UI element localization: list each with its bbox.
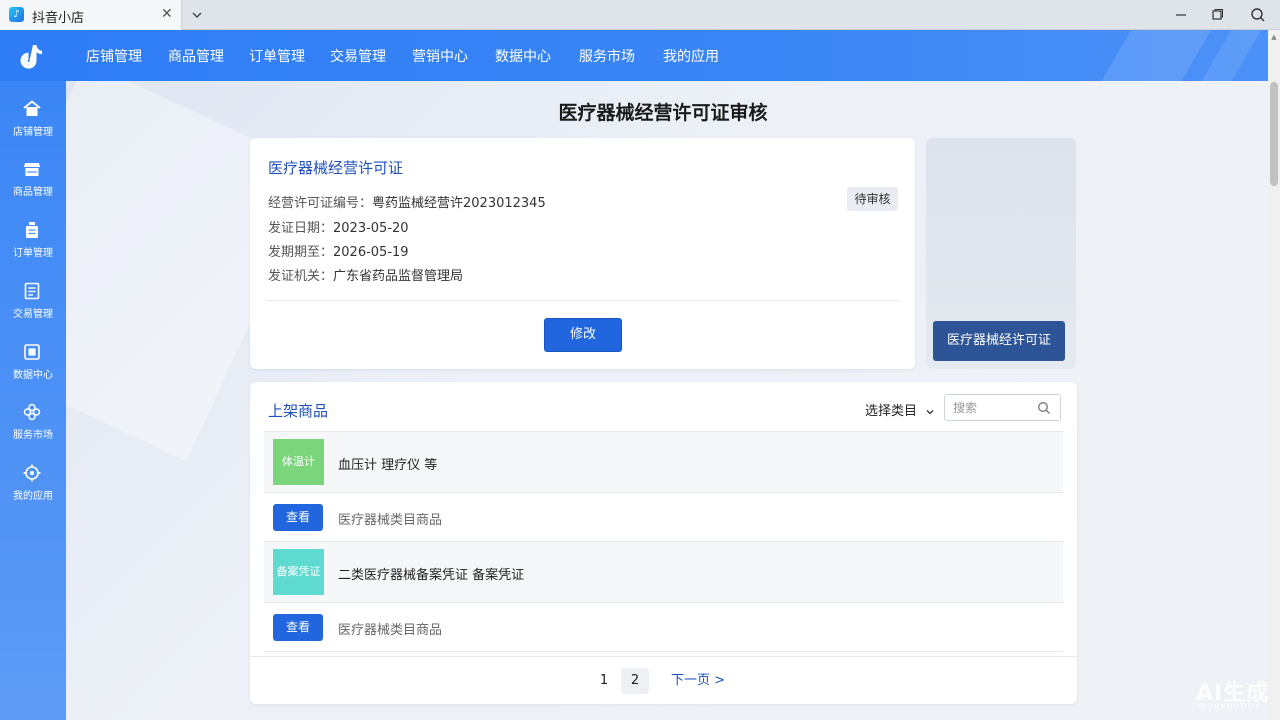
issue-date-row: 发证日期：2023-05-20: [268, 217, 409, 236]
browser-tab[interactable]: ♪ 抖音小店 ✕: [0, 0, 182, 30]
nav-item-my-apps[interactable]: 我的应用: [663, 46, 719, 66]
divider: [266, 300, 900, 301]
home-icon: [23, 100, 41, 116]
scroll-up-arrow-icon[interactable]: ▲: [1268, 32, 1280, 42]
expire-date-row: 发期期至：2026-05-19: [268, 241, 409, 260]
search-window-icon[interactable]: [1249, 6, 1267, 24]
sidebar-item-order-management[interactable]: 订单管理: [0, 220, 66, 276]
product-thumbnail: 备案凭证: [273, 549, 324, 595]
license-preview-panel: 医疗器械经许可证: [926, 138, 1076, 369]
douyin-logo-icon[interactable]: [18, 42, 46, 70]
product-category-desc: 医疗器械类目商品: [338, 623, 443, 638]
vertical-scrollbar[interactable]: ▲: [1268, 30, 1280, 720]
tab-title: 抖音小店: [32, 11, 85, 26]
nav-item-product-management[interactable]: 商品管理: [168, 46, 224, 66]
transaction-icon: [24, 282, 40, 300]
close-tab-icon[interactable]: ✕: [161, 6, 173, 22]
table-row: 查看 医疗器械类目商品: [264, 604, 1063, 652]
license-number-row: 经营许可证编号：粤药监械经营许2023012345: [268, 192, 546, 211]
restore-icon[interactable]: [1208, 6, 1226, 24]
product-category-desc: 医疗器械类目商品: [338, 513, 443, 528]
minimize-icon[interactable]: [1172, 6, 1190, 24]
page-number-2-current[interactable]: 2: [621, 668, 649, 694]
nav-item-marketing-center[interactable]: 营销中心: [412, 46, 468, 66]
sidebar-item-label: 店铺管理: [13, 127, 53, 138]
sidebar-item-my-apps[interactable]: 我的应用: [0, 463, 66, 519]
watermark-sub: WORKBUDDY: [1198, 702, 1261, 711]
license-number-label: 经营许可证编号：: [268, 196, 373, 211]
sidebar-item-label: 数据中心: [13, 370, 53, 381]
top-navigation: 店铺管理 商品管理 订单管理 交易管理 营销中心 数据中心 服务市场 我的应用: [0, 30, 1268, 81]
service-icon: [23, 403, 41, 421]
product-thumbnail: 体温计: [273, 439, 324, 485]
issue-date-value: 2023-05-20: [333, 221, 409, 236]
table-row[interactable]: 体温计 血压计 理疗仪 等: [264, 431, 1063, 493]
license-card-title: 医疗器械经营许可证: [268, 159, 404, 177]
view-button[interactable]: 查看: [273, 614, 323, 641]
sidebar-item-data-center[interactable]: 数据中心: [0, 342, 66, 398]
license-card: 医疗器械经营许可证 经营许可证编号：粤药监械经营许2023012345 发证日期…: [250, 138, 915, 369]
category-select[interactable]: 选择类目: [865, 400, 935, 419]
sidebar-item-label: 我的应用: [13, 491, 53, 502]
sidebar-item-transaction-management[interactable]: 交易管理: [0, 281, 66, 337]
left-sidebar: 店铺管理 商品管理 订单管理 交易管理 数据中心 服务市场 我的应用: [0, 81, 66, 720]
section-title: 上架商品: [268, 402, 329, 420]
product-name: 血压计 理疗仪 等: [338, 458, 438, 473]
edit-button[interactable]: 修改: [544, 318, 622, 352]
issue-date-label: 发证日期：: [268, 221, 334, 236]
apps-icon: [23, 464, 41, 482]
table-row[interactable]: 备案凭证 二类医疗器械备案凭证 备案凭证: [264, 541, 1063, 603]
search-input[interactable]: [953, 399, 1033, 417]
next-page-link[interactable]: 下一页 >: [671, 668, 725, 694]
nav-item-store-management[interactable]: 店铺管理: [86, 46, 142, 66]
title-bar: ♪ 抖音小店 ✕: [0, 0, 1280, 30]
search-icon[interactable]: [1037, 401, 1051, 415]
products-card: 上架商品 选择类目 体温计 血压计 理疗仪 等 查看 医疗器械类目商品 备案凭证…: [250, 382, 1077, 704]
table-row: 查看 医疗器械类目商品: [264, 494, 1063, 542]
product-name: 二类医疗器械备案凭证 备案凭证: [338, 568, 525, 583]
search-box[interactable]: [944, 394, 1061, 421]
nav-decoration: [1073, 30, 1223, 81]
sidebar-item-store-management[interactable]: 店铺管理: [0, 99, 66, 155]
sidebar-item-label: 订单管理: [13, 248, 53, 259]
nav-item-order-management[interactable]: 订单管理: [249, 46, 305, 66]
chevron-down-icon[interactable]: [190, 8, 204, 22]
sidebar-item-label: 服务市场: [13, 430, 53, 441]
data-icon: [24, 344, 40, 360]
sidebar-item-label: 商品管理: [13, 187, 53, 198]
sidebar-item-service-market[interactable]: 服务市场: [0, 402, 66, 458]
nav-item-data-center[interactable]: 数据中心: [495, 46, 551, 66]
divider: [250, 656, 1077, 657]
expire-date-label: 发期期至：: [268, 245, 334, 260]
sidebar-item-product-management[interactable]: 商品管理: [0, 159, 66, 215]
order-icon: [26, 222, 38, 238]
category-select-label: 选择类目: [865, 404, 918, 419]
store-icon: [24, 163, 40, 176]
page-number-1[interactable]: 1: [590, 668, 618, 694]
scroll-thumb[interactable]: [1270, 82, 1278, 186]
authority-row: 发证机关：广东省药品监督管理局: [268, 265, 463, 284]
license-number-value: 粤药监械经营许2023012345: [372, 196, 546, 211]
authority-label: 发证机关：: [268, 269, 334, 284]
view-button[interactable]: 查看: [273, 504, 323, 531]
page-title: 医疗器械经营许可证审核: [558, 102, 768, 124]
sidebar-item-label: 交易管理: [13, 309, 53, 320]
nav-item-transaction-management[interactable]: 交易管理: [330, 46, 386, 66]
authority-value: 广东省药品监督管理局: [333, 269, 464, 284]
nav-item-service-market[interactable]: 服务市场: [579, 46, 635, 66]
douyin-tab-icon: ♪: [9, 7, 24, 22]
chevron-down-icon: [926, 409, 934, 414]
expire-date-value: 2026-05-19: [333, 245, 409, 260]
license-preview-button[interactable]: 医疗器械经许可证: [933, 321, 1065, 361]
status-badge: 待审核: [847, 187, 898, 211]
